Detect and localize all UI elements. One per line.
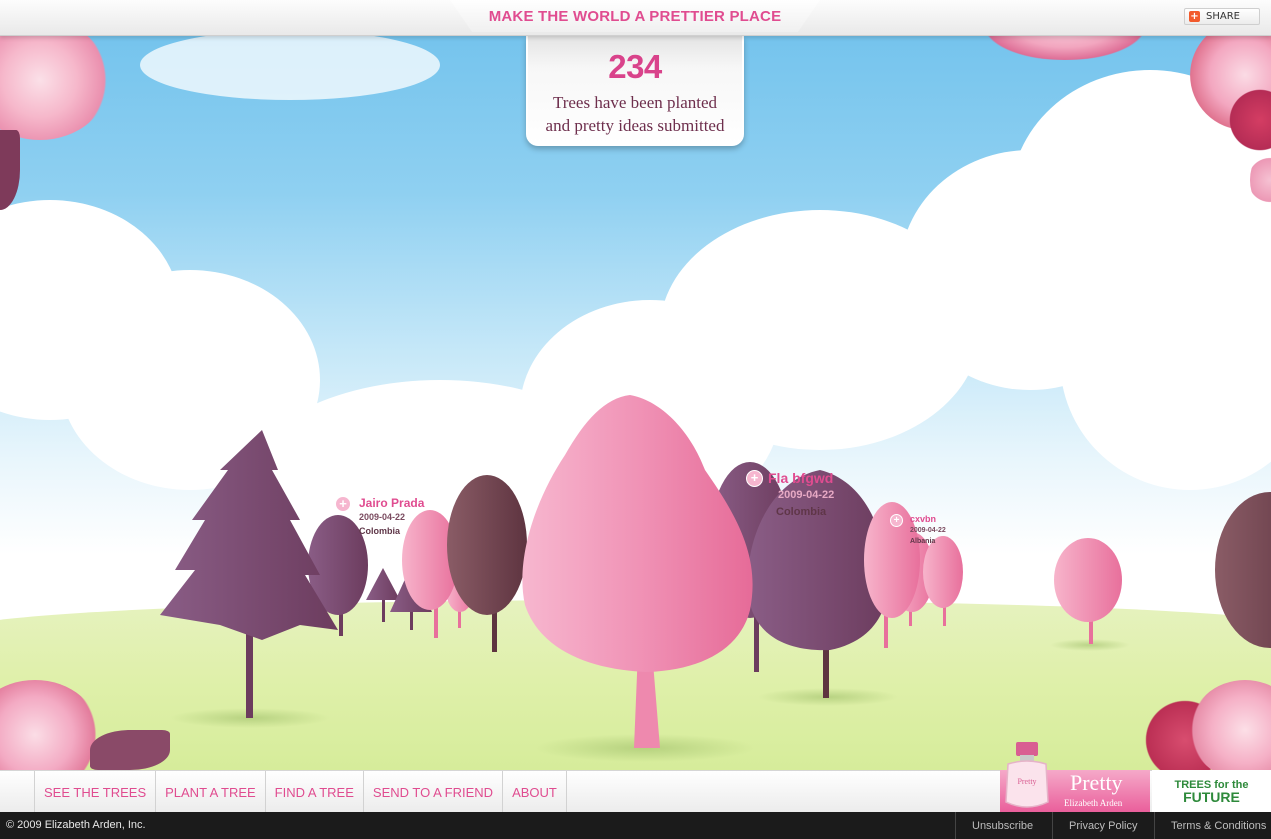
tree-label-cxvbn[interactable]: + cxvbn 2009-04-22 Albania — [890, 514, 970, 550]
footer-link-terms-conditions[interactable]: Terms & Conditions — [1154, 812, 1271, 839]
tree-count: 234 — [608, 48, 662, 85]
tree-counter-panel: 234 Trees have been planted and pretty i… — [526, 36, 744, 146]
tree-country: Colombia — [359, 526, 401, 536]
tree-country: Colombia — [776, 506, 827, 518]
partner-logo-text: TREES for the FUTURE — [1175, 779, 1249, 805]
plus-share-icon: + — [1189, 11, 1200, 22]
tree-label-jairo[interactable]: + Jairo Prada 2009-04-22 Colombia — [335, 496, 445, 540]
page-title: MAKE THE WORLD A PRETTIER PLACE — [488, 7, 782, 25]
bottle-label: Pretty — [1017, 777, 1036, 786]
tree-owner-name: cxvbn — [910, 514, 937, 524]
tree-label-fla[interactable]: + Fla bfgwd 2009-04-22 Colombia — [746, 470, 856, 520]
tree-country: Albania — [910, 538, 936, 545]
tree-conifer-plum — [160, 430, 338, 718]
footer-link-unsubscribe[interactable]: Unsubscribe — [955, 812, 1052, 839]
tree-pink — [1054, 538, 1122, 644]
counter-caption-line1: Trees have been planted — [552, 93, 718, 112]
nav-send-to-a-friend[interactable]: SEND TO A FRIEND — [362, 771, 502, 813]
leaf-decoration — [90, 730, 170, 770]
copyright-text: © 2009 Elizabeth Arden, Inc. — [6, 819, 146, 831]
trees-for-the-future-logo[interactable]: TREES for the FUTURE — [1152, 770, 1271, 812]
tree-small-plum — [366, 568, 400, 622]
main-nav: SEE THE TREES PLANT A TREE FIND A TREE S… — [34, 771, 567, 813]
tree-date: 2009-04-22 — [359, 512, 406, 522]
nav-plant-a-tree[interactable]: PLANT A TREE — [155, 771, 265, 813]
nav-see-the-trees[interactable]: SEE THE TREES — [34, 771, 155, 813]
tree-garden-stage: + Jairo Prada 2009-04-22 Colombia + Fla … — [0, 0, 1271, 839]
nav-find-a-tree[interactable]: FIND A TREE — [264, 771, 363, 813]
plus-icon[interactable]: + — [890, 514, 903, 527]
tree-owner-name: Fla bfgwd — [768, 470, 834, 486]
counter-caption: Trees have been planted and pretty ideas… — [528, 91, 742, 137]
top-header-bar: MAKE THE WORLD A PRETTIER PLACE + SHARE — [0, 0, 1271, 36]
title-tab: MAKE THE WORLD A PRETTIER PLACE — [450, 0, 820, 32]
perfume-bottle-icon: Pretty — [1005, 742, 1049, 808]
tree-owner-name: Jairo Prada — [359, 496, 425, 510]
tree-date: 2009-04-22 — [910, 527, 946, 534]
footer-link-privacy-policy[interactable]: Privacy Policy — [1052, 812, 1154, 839]
counter-caption-line2: and pretty ideas submitted — [545, 116, 725, 135]
plus-icon[interactable]: + — [335, 496, 351, 512]
brand-product-name: Pretty — [1070, 770, 1123, 795]
tree-date: 2009-04-22 — [778, 489, 835, 501]
tree-pink-large — [522, 395, 753, 748]
partner-logo-line2: FUTURE — [1183, 789, 1240, 805]
nav-about[interactable]: ABOUT — [502, 771, 567, 813]
share-button[interactable]: + SHARE — [1184, 8, 1260, 25]
plus-icon[interactable]: + — [746, 470, 763, 487]
tree-brown-edge — [1215, 492, 1271, 648]
footer-bar: © 2009 Elizabeth Arden, Inc. Unsubscribe… — [0, 812, 1271, 839]
brand-maker-name: Elizabeth Arden — [1064, 798, 1123, 808]
share-label: SHARE — [1206, 11, 1240, 22]
